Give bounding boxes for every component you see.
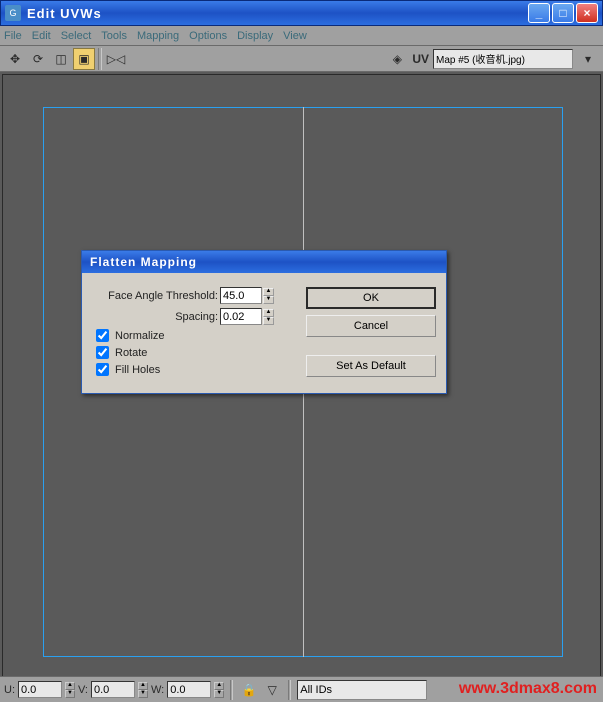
dialog-left: Face Angle Threshold: ▲ ▼ Spacing: — [92, 287, 306, 377]
fillholes-label: Fill Holes — [115, 364, 160, 376]
toolbar-separator — [98, 48, 102, 70]
w-up-icon[interactable]: ▲ — [214, 682, 224, 690]
spacing-input[interactable] — [220, 308, 262, 325]
uv-viewport[interactable]: Flatten Mapping Face Angle Threshold: ▲ … — [2, 74, 601, 678]
cube-icon[interactable]: ◈ — [386, 48, 408, 70]
minimize-button[interactable]: _ — [528, 3, 550, 23]
menu-mapping[interactable]: Mapping — [137, 30, 179, 42]
u-input[interactable] — [18, 681, 62, 698]
menubar: File Edit Select Tools Mapping Options D… — [0, 26, 603, 46]
toolbar-right: ◈ UV ▾ — [386, 48, 599, 70]
u-up-icon[interactable]: ▲ — [65, 682, 75, 690]
flatten-mapping-dialog: Flatten Mapping Face Angle Threshold: ▲ … — [81, 250, 447, 394]
normalize-label: Normalize — [115, 330, 165, 342]
scale-tool-icon[interactable]: ◫ — [50, 48, 72, 70]
dialog-body: Face Angle Threshold: ▲ ▼ Spacing: — [82, 273, 446, 393]
ok-button[interactable]: OK — [306, 287, 436, 309]
spacing-up-icon[interactable]: ▲ — [263, 309, 274, 317]
freeform-tool-icon[interactable]: ▣ — [73, 48, 95, 70]
rotate-label: Rotate — [115, 347, 147, 359]
face-angle-up-icon[interactable]: ▲ — [263, 288, 274, 296]
fillholes-row: Fill Holes — [96, 363, 306, 376]
move-tool-icon[interactable]: ✥ — [4, 48, 26, 70]
face-angle-spinner: ▲ ▼ — [220, 287, 274, 304]
menu-file[interactable]: File — [4, 30, 22, 42]
filter-icon[interactable]: ▽ — [262, 680, 282, 700]
window-title: Edit UVWs — [27, 6, 528, 21]
titlebar: G Edit UVWs _ □ × — [0, 0, 603, 26]
normalize-row: Normalize — [96, 329, 306, 342]
uv-label: UV — [412, 52, 429, 66]
rotate-row: Rotate — [96, 346, 306, 359]
u-label: U: — [4, 684, 15, 696]
menu-view[interactable]: View — [283, 30, 307, 42]
w-label: W: — [151, 684, 164, 696]
spacing-down-icon[interactable]: ▼ — [263, 317, 274, 325]
fillholes-checkbox[interactable] — [96, 363, 109, 376]
app-icon: G — [5, 5, 21, 21]
lock-icon[interactable]: 🔒 — [239, 680, 259, 700]
menu-display[interactable]: Display — [237, 30, 273, 42]
watermark: www.3dmax8.com — [459, 680, 597, 698]
cancel-button[interactable]: Cancel — [306, 315, 436, 337]
menu-tools[interactable]: Tools — [101, 30, 127, 42]
mirror-tool-icon[interactable]: ▷◁ — [105, 48, 127, 70]
dialog-title: Flatten Mapping — [82, 251, 446, 273]
v-down-icon[interactable]: ▼ — [138, 690, 148, 698]
ids-dropdown[interactable] — [297, 680, 427, 700]
menu-select[interactable]: Select — [61, 30, 92, 42]
maximize-button[interactable]: □ — [552, 3, 574, 23]
toolbar: ✥ ⟳ ◫ ▣ ▷◁ ◈ UV ▾ — [0, 46, 603, 72]
dialog-right: OK Cancel Set As Default — [306, 287, 436, 377]
window-buttons: _ □ × — [528, 3, 598, 23]
v-input[interactable] — [91, 681, 135, 698]
face-angle-label: Face Angle Threshold: — [92, 290, 220, 302]
face-angle-row: Face Angle Threshold: ▲ ▼ — [92, 287, 306, 304]
v-up-icon[interactable]: ▲ — [138, 682, 148, 690]
spacer — [306, 343, 436, 349]
status-separator-2 — [288, 680, 291, 700]
rotate-checkbox[interactable] — [96, 346, 109, 359]
menu-edit[interactable]: Edit — [32, 30, 51, 42]
options-icon[interactable]: ▾ — [577, 48, 599, 70]
close-button[interactable]: × — [576, 3, 598, 23]
set-default-button[interactable]: Set As Default — [306, 355, 436, 377]
rotate-tool-icon[interactable]: ⟳ — [27, 48, 49, 70]
w-down-icon[interactable]: ▼ — [214, 690, 224, 698]
spacing-spinner: ▲ ▼ — [220, 308, 274, 325]
status-separator — [230, 680, 233, 700]
face-angle-input[interactable] — [220, 287, 262, 304]
menu-options[interactable]: Options — [189, 30, 227, 42]
spacing-label: Spacing: — [92, 311, 220, 323]
normalize-checkbox[interactable] — [96, 329, 109, 342]
v-label: V: — [78, 684, 88, 696]
w-input[interactable] — [167, 681, 211, 698]
face-angle-down-icon[interactable]: ▼ — [263, 296, 274, 304]
u-down-icon[interactable]: ▼ — [65, 690, 75, 698]
spacing-row: Spacing: ▲ ▼ — [92, 308, 306, 325]
texture-dropdown[interactable] — [433, 49, 573, 69]
